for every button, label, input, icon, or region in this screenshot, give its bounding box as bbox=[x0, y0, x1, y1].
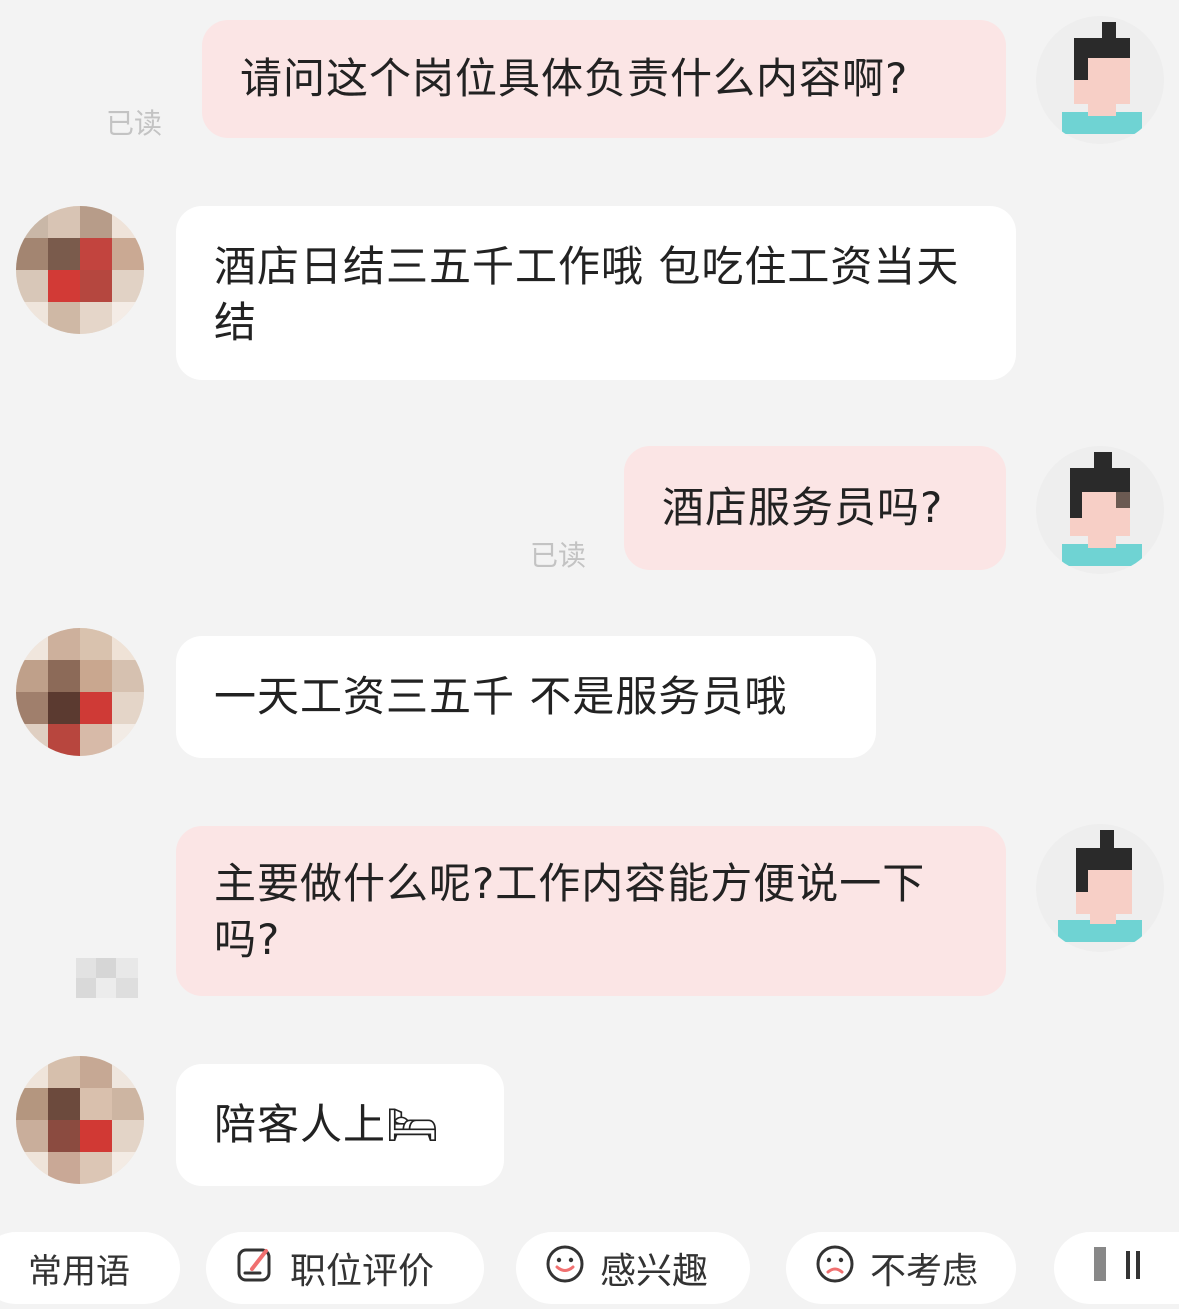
read-status-pixelated bbox=[76, 958, 138, 998]
edit-icon bbox=[234, 1243, 276, 1294]
message-text: 请问这个岗位具体负责什么内容啊? bbox=[240, 54, 909, 103]
message-bubble-incoming[interactable]: 一天工资三五千 不是服务员哦 bbox=[176, 636, 876, 758]
message-bubble-outgoing[interactable]: 请问这个岗位具体负责什么内容啊? bbox=[202, 20, 1006, 138]
message-bubble-incoming[interactable]: 酒店日结三五千工作哦 包吃住工资当天结 bbox=[176, 206, 1016, 380]
message-text: 酒店服务员吗? bbox=[662, 483, 944, 532]
message-text: 陪客人上🛏 bbox=[214, 1100, 441, 1149]
message-text: 主要做什么呢?工作内容能方便说一下吗? bbox=[214, 859, 926, 964]
my-avatar[interactable] bbox=[1036, 824, 1164, 952]
interested-button[interactable]: 感兴趣 bbox=[516, 1232, 750, 1304]
recruiter-avatar[interactable] bbox=[16, 1056, 144, 1184]
my-avatar[interactable] bbox=[1036, 446, 1164, 574]
interested-label: 感兴趣 bbox=[600, 1251, 709, 1292]
quick-reply-label: 常用语 bbox=[28, 1251, 130, 1292]
read-status: 已读 bbox=[106, 107, 163, 140]
message-text: 酒店日结三五千工作哦 包吃住工资当天结 bbox=[214, 242, 960, 347]
recruiter-avatar[interactable] bbox=[16, 628, 144, 756]
smile-icon bbox=[544, 1243, 586, 1294]
bottom-action-bar: 常用语 职位评价 感兴趣 不考虑 bbox=[0, 1228, 1179, 1309]
message-bubble-incoming[interactable]: 陪客人上🛏 bbox=[176, 1064, 504, 1186]
message-bubble-outgoing[interactable]: 主要做什么呢?工作内容能方便说一下吗? bbox=[176, 826, 1006, 996]
not-considered-label: 不考虑 bbox=[870, 1251, 979, 1292]
recruiter-avatar[interactable] bbox=[16, 206, 144, 334]
quick-reply-button[interactable]: 常用语 bbox=[0, 1232, 180, 1304]
job-review-label: 职位评价 bbox=[290, 1251, 435, 1292]
frown-icon bbox=[814, 1243, 856, 1294]
message-bubble-outgoing[interactable]: 酒店服务员吗? bbox=[624, 446, 1006, 570]
more-actions-button[interactable] bbox=[1054, 1232, 1179, 1304]
not-considered-button[interactable]: 不考虑 bbox=[786, 1232, 1016, 1304]
message-text: 一天工资三五千 不是服务员哦 bbox=[214, 672, 788, 721]
more-icon bbox=[1090, 1243, 1150, 1294]
my-avatar[interactable] bbox=[1036, 16, 1164, 144]
read-status: 已读 bbox=[530, 539, 587, 572]
job-review-button[interactable]: 职位评价 bbox=[206, 1232, 484, 1304]
